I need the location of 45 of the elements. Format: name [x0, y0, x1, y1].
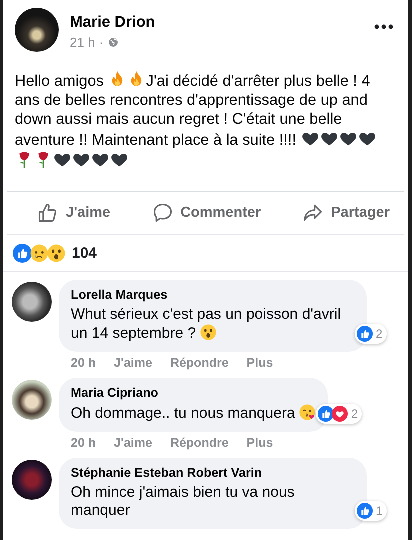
thumbs-up-icon	[318, 406, 334, 422]
sad-face-emoji	[30, 244, 49, 262]
avatar-photo[interactable]	[12, 460, 52, 500]
comment-action-link[interactable]: J'aime	[114, 356, 152, 370]
comment-action-link[interactable]: J'aime	[114, 436, 152, 450]
author-name[interactable]: Marie Drion	[70, 14, 374, 32]
comment-time[interactable]: 20 h	[71, 356, 96, 370]
separator: ·	[99, 35, 104, 50]
comment-text: Oh dommage.. tu nous manquera	[71, 404, 316, 423]
comment-button[interactable]: Commenter	[152, 198, 262, 228]
surprised-face-emoji	[47, 244, 66, 262]
reaction-count: 1	[376, 504, 383, 518]
reaction-badge[interactable]: 1	[355, 501, 387, 521]
avatar-photo[interactable]	[12, 282, 52, 322]
reaction-count[interactable]: 104	[72, 244, 98, 262]
comment-action-link[interactable]: Répondre	[170, 436, 229, 450]
reaction-count: 2	[376, 327, 383, 341]
post-text: Hello amigos J'ai décidé d'arrêter plus belle ! 4 ans de belles rencontres d'apprentissage de up and down aussi mais aucun regret ! C'était une belle aventure !! Maintenant place à la suite !!!!	[15, 70, 385, 171]
like-button[interactable]: J'aime	[37, 198, 111, 228]
share-button[interactable]: Partager	[302, 198, 390, 228]
commenter-name[interactable]: Stéphanie Esteban Robert Varin	[71, 466, 355, 480]
comment-text: Whut sérieux c'est pas un poisson d'avril un 14 septembre ?	[71, 306, 342, 343]
share-arrow-icon	[302, 202, 324, 224]
more-options-icon[interactable]	[374, 24, 394, 30]
post-time[interactable]: 21 h	[70, 35, 96, 50]
commenter-name[interactable]: Maria Cipriano	[71, 386, 316, 400]
commenter-name[interactable]: Lorella Marques	[71, 288, 355, 302]
surprised-face-emoji	[200, 324, 218, 341]
reaction-badge[interactable]: 2	[316, 404, 362, 424]
thumbs-up-icon	[37, 202, 59, 224]
speech-bubble-icon	[152, 202, 174, 224]
comment-action-link[interactable]: Plus	[246, 436, 274, 450]
thumbs-up-icon	[357, 503, 373, 519]
avatar-photo[interactable]	[15, 8, 59, 52]
comment-text: Oh mince j'aimais bien tu va nous manquer	[71, 484, 296, 520]
reaction-badge[interactable]: 2	[355, 324, 387, 344]
avatar-photo[interactable]	[12, 380, 52, 420]
comment-action-link[interactable]: Répondre	[170, 356, 229, 370]
reaction-count: 2	[351, 407, 358, 421]
globe-icon	[108, 37, 119, 48]
comment-time[interactable]: 20 h	[71, 436, 96, 450]
thumbs-up-icon	[13, 244, 32, 262]
kissing-face-emoji	[299, 404, 316, 421]
comment-action-link[interactable]: Plus	[246, 356, 274, 370]
thumbs-up-icon	[357, 326, 373, 342]
